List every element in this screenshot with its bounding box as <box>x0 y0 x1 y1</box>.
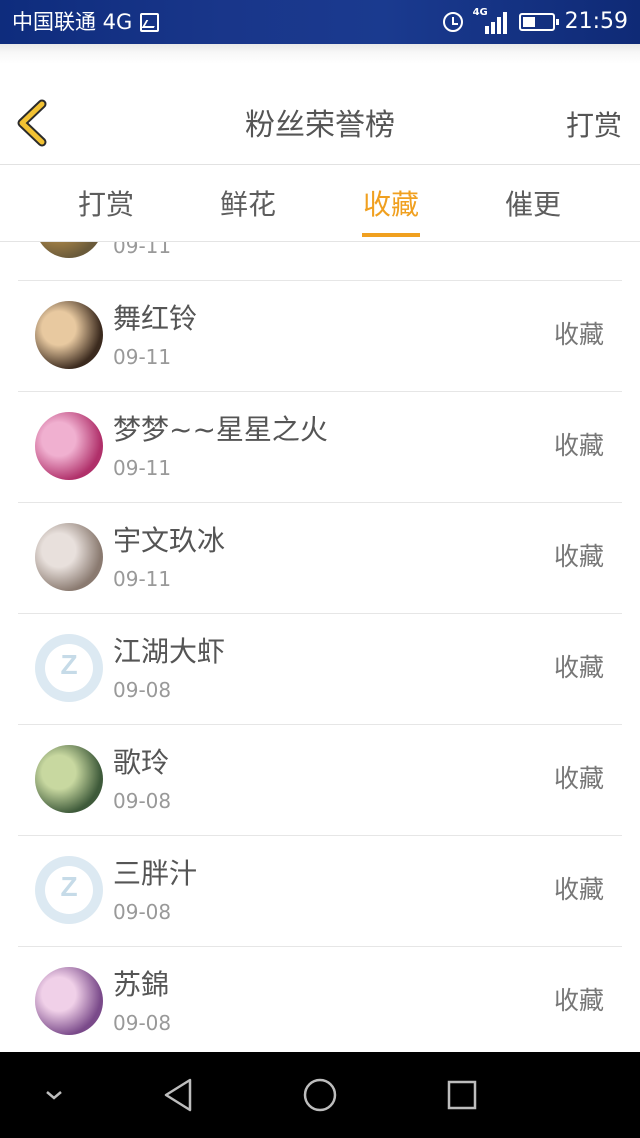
fan-list-items: 09-11 舞红铃 09-11 收藏 梦梦~~星星之火 09-11 收藏 宇文玖冰 09-11 收… <box>18 242 622 1052</box>
app-header: 粉丝荣誉榜 打赏 <box>0 44 640 165</box>
list-item[interactable]: 09-11 <box>18 242 622 281</box>
fan-date: 09-08 <box>113 678 172 702</box>
list-item[interactable]: 舞红铃 09-11 收藏 <box>18 281 622 392</box>
alarm-icon <box>442 12 463 32</box>
anime-avatar-icon <box>35 301 103 369</box>
tab-urge-update[interactable]: 催更 <box>462 165 604 241</box>
fan-action-label: 收藏 <box>553 875 604 904</box>
fan-action-label: 收藏 <box>553 542 604 571</box>
list-item[interactable]: 江湖大虾 09-08 收藏 <box>18 614 622 725</box>
fan-date: 09-11 <box>113 567 172 591</box>
list-item[interactable]: 梦梦~~星星之火 09-11 收藏 <box>18 392 622 503</box>
fan-date: 09-08 <box>113 1011 172 1035</box>
fan-name: 宇文玖冰 <box>113 524 226 557</box>
home-circle-icon <box>303 1078 337 1112</box>
chevron-down-icon <box>46 1091 62 1100</box>
fan-action-label: 收藏 <box>553 431 604 460</box>
fan-date: 09-11 <box>113 456 172 480</box>
fan-name: 苏錦 <box>113 968 170 1001</box>
tab-tip[interactable]: 打赏 <box>35 165 177 241</box>
anime-avatar-icon <box>35 523 103 591</box>
back-triangle-icon <box>164 1078 192 1112</box>
list-item[interactable]: 宇文玖冰 09-11 收藏 <box>18 503 622 614</box>
signal-icon: 4G <box>472 7 509 34</box>
anime-avatar-icon <box>35 745 103 813</box>
nav-recents-button[interactable] <box>422 1052 502 1138</box>
fan-action-label: 收藏 <box>553 986 604 1015</box>
clock: 21:59 <box>564 9 628 34</box>
nav-home-button[interactable] <box>280 1052 360 1138</box>
tab-label: 催更 <box>504 188 561 221</box>
fan-name: 歌玲 <box>113 746 170 779</box>
tab-flowers[interactable]: 鲜花 <box>177 165 319 241</box>
fan-action-label: 收藏 <box>553 653 604 682</box>
nav-back-button[interactable] <box>138 1052 218 1138</box>
tab-active-indicator <box>362 233 420 237</box>
list-item[interactable]: 歌玲 09-08 收藏 <box>18 725 622 836</box>
battery-icon <box>518 13 559 31</box>
tab-favorites[interactable]: 收藏 <box>320 165 462 241</box>
fan-name: 梦梦~~星星之火 <box>113 413 328 446</box>
fan-action-label: 收藏 <box>553 764 604 793</box>
page-title: 粉丝荣誉榜 <box>245 108 395 143</box>
anime-avatar-icon <box>35 412 103 480</box>
list-item[interactable]: 三胖汁 09-08 收藏 <box>18 836 622 947</box>
status-bar: 中国联通 4G 4G 21:59 <box>0 0 640 44</box>
fan-list[interactable]: 09-11 舞红铃 09-11 收藏 梦梦~~星星之火 09-11 收藏 宇文玖冰 09-11 收… <box>0 242 640 1052</box>
carrier-label: 中国联通 4G <box>12 10 133 34</box>
default-avatar-icon <box>35 634 103 702</box>
tab-label: 打赏 <box>77 188 134 221</box>
fan-name: 江湖大虾 <box>113 635 226 668</box>
status-right: 4G 21:59 <box>442 7 628 36</box>
tab-label: 收藏 <box>362 188 419 221</box>
tip-button[interactable]: 打赏 <box>566 106 622 146</box>
status-left: 中国联通 4G <box>12 8 160 36</box>
network-tag: 4G <box>472 7 488 18</box>
screen: 中国联通 4G 4G 21:59 粉丝荣誉榜 打赏 打赏 鲜花 收藏 催更 09… <box>0 0 640 1138</box>
system-nav-bar <box>0 1052 640 1138</box>
anime-avatar-icon <box>35 242 103 258</box>
battery-fill <box>522 17 536 27</box>
fan-name: 三胖汁 <box>113 857 198 890</box>
recents-square-icon <box>447 1080 477 1110</box>
tab-bar: 打赏 鲜花 收藏 催更 <box>0 165 640 242</box>
fan-date: 09-11 <box>113 345 172 369</box>
fan-date: 09-08 <box>113 900 172 924</box>
tab-label: 鲜花 <box>219 188 276 221</box>
fan-date: 09-08 <box>113 789 172 813</box>
image-notification-icon <box>140 12 160 32</box>
fan-name: 舞红铃 <box>113 302 198 335</box>
default-avatar-icon <box>35 856 103 924</box>
fan-action-label: 收藏 <box>553 320 604 349</box>
fan-date: 09-11 <box>113 242 172 258</box>
hide-nav-button[interactable] <box>14 1052 94 1138</box>
anime-avatar-icon <box>35 967 103 1035</box>
list-item[interactable]: 苏錦 09-08 收藏 <box>18 947 622 1052</box>
